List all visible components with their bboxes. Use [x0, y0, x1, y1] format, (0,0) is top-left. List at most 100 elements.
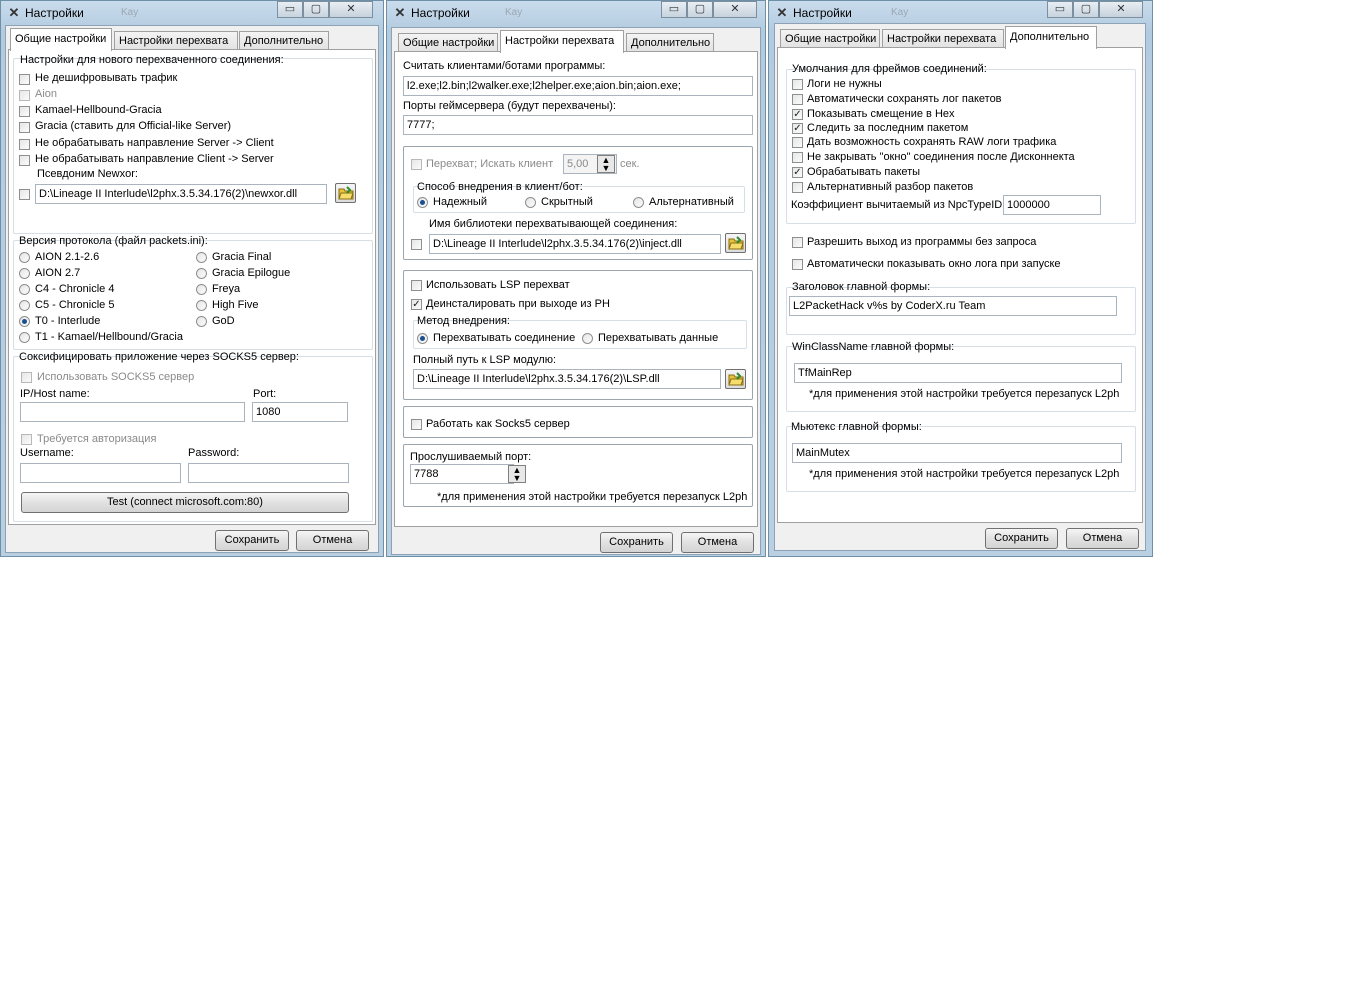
auth-label: Требуется авторизация: [37, 433, 157, 445]
use-socks-checkbox[interactable]: [21, 372, 32, 383]
app-icon: ✕: [776, 5, 788, 20]
minimize-button[interactable]: ▭: [661, 1, 687, 18]
mutex-field[interactable]: MainMutex: [792, 443, 1122, 463]
no-decrypt-checkbox[interactable]: [19, 74, 30, 85]
tab-intercept[interactable]: Настройки перехвата: [500, 30, 624, 53]
close-button[interactable]: ✕: [329, 1, 373, 18]
app-icon: ✕: [8, 5, 20, 20]
winclass-field[interactable]: TfMainRep: [794, 363, 1122, 383]
mutex-restart-note: *для применения этой настройки требуется…: [809, 468, 1120, 480]
minimize-button[interactable]: ▭: [1047, 1, 1073, 18]
ports-field[interactable]: 7777;: [403, 115, 753, 135]
lsp-path-field[interactable]: D:\Lineage II Interlude\l2phx.3.5.34.176…: [413, 369, 721, 389]
save-button[interactable]: Сохранить: [215, 530, 289, 551]
ghost-title: Kay: [891, 7, 909, 18]
newxor-path-field[interactable]: D:\Lineage II Interlude\l2phx.3.5.34.176…: [35, 184, 327, 204]
protocol-god-label: GoD: [212, 315, 235, 327]
process-packets-checkbox[interactable]: ✓: [792, 167, 803, 178]
inject-alternative-radio[interactable]: [633, 197, 644, 208]
no-client-server-label: Не обрабатывать направление Client -> Se…: [35, 153, 274, 165]
follow-last-packet-checkbox[interactable]: ✓: [792, 123, 803, 134]
tab-page-intercept: Считать клиентами/ботами программы: l2.e…: [394, 51, 758, 527]
protocol-freya-radio[interactable]: [196, 284, 207, 295]
hex-offset-checkbox[interactable]: ✓: [792, 109, 803, 120]
protocol-c4-radio[interactable]: [19, 284, 30, 295]
save-button[interactable]: Сохранить: [985, 528, 1058, 549]
browse-lsp-button[interactable]: [725, 369, 746, 389]
protocol-god-radio[interactable]: [196, 316, 207, 327]
browse-lib-button[interactable]: [725, 233, 746, 253]
protocol-gracia-epilogue-radio[interactable]: [196, 268, 207, 279]
no-logs-checkbox[interactable]: [792, 79, 803, 90]
uninstall-lsp-checkbox[interactable]: ✓: [411, 299, 422, 310]
lsp-intercept-data-radio[interactable]: [582, 333, 593, 344]
minimize-button[interactable]: ▭: [277, 1, 303, 18]
auto-save-log-checkbox[interactable]: [792, 94, 803, 105]
npc-coef-field[interactable]: 1000000: [1003, 195, 1101, 215]
close-button[interactable]: ✕: [713, 1, 757, 18]
tab-general[interactable]: Общие настройки: [780, 29, 880, 48]
cancel-button[interactable]: Отмена: [1066, 528, 1139, 549]
test-connection-button[interactable]: Test (connect microsoft.com:80): [21, 492, 349, 513]
title-bar[interactable]: ✕ Настройки Kay ▭ ▢ ✕: [1, 1, 383, 25]
alt-parse-checkbox[interactable]: [792, 182, 803, 193]
main-title-field[interactable]: L2PacketHack v%s by CoderX.ru Team: [789, 296, 1117, 316]
auto-log-window-checkbox[interactable]: [792, 259, 803, 270]
tab-advanced[interactable]: Дополнительно: [1005, 26, 1097, 49]
cancel-button[interactable]: Отмена: [681, 532, 754, 553]
kamael-checkbox[interactable]: [19, 106, 30, 117]
intercept-checkbox[interactable]: [411, 159, 422, 170]
tab-advanced[interactable]: Дополнительно: [239, 31, 329, 50]
tab-general[interactable]: Общие настройки: [398, 33, 498, 52]
no-server-client-checkbox[interactable]: [19, 139, 30, 150]
inject-reliable-radio[interactable]: [417, 197, 428, 208]
title-bar[interactable]: ✕ Настройки Kay ▭ ▢ ✕: [769, 1, 1152, 25]
listen-port-spinner[interactable]: ▲ ▼: [508, 465, 526, 483]
protocol-t1-radio[interactable]: [19, 332, 30, 343]
protocol-c5-radio[interactable]: [19, 300, 30, 311]
tab-advanced[interactable]: Дополнительно: [626, 33, 714, 52]
newxor-checkbox[interactable]: [19, 189, 30, 200]
maximize-button[interactable]: ▢: [687, 1, 713, 18]
frame-defaults-title: Умолчания для фреймов соединений:: [792, 63, 987, 75]
inject-reliable-label: Надежный: [433, 196, 487, 208]
lib-path-field[interactable]: D:\Lineage II Interlude\l2phx.3.5.34.176…: [429, 234, 721, 254]
interval-spinner[interactable]: ▲ ▼: [597, 155, 615, 173]
close-button[interactable]: ✕: [1099, 1, 1143, 18]
listen-port-field[interactable]: 7788: [410, 464, 514, 484]
lib-checkbox[interactable]: [411, 239, 422, 250]
save-button[interactable]: Сохранить: [600, 532, 673, 553]
protocol-aion21-label: AION 2.1-2.6: [35, 251, 100, 263]
auth-checkbox[interactable]: [21, 434, 32, 445]
port-field[interactable]: 1080: [252, 402, 348, 422]
raw-logs-checkbox[interactable]: [792, 137, 803, 148]
username-field[interactable]: [20, 463, 181, 483]
lsp-intercept-connection-radio[interactable]: [417, 333, 428, 344]
protocol-t0-radio[interactable]: [19, 316, 30, 327]
inject-hidden-radio[interactable]: [525, 197, 536, 208]
protocol-aion27-radio[interactable]: [19, 268, 30, 279]
cancel-button[interactable]: Отмена: [296, 530, 369, 551]
protocol-high-five-radio[interactable]: [196, 300, 207, 311]
no-client-server-checkbox[interactable]: [19, 155, 30, 166]
clients-field[interactable]: l2.exe;l2.bin;l2walker.exe;l2helper.exe;…: [403, 76, 753, 96]
browse-newxor-button[interactable]: [335, 183, 356, 203]
host-field[interactable]: [20, 402, 245, 422]
mutex-label: Мьютекс главной формы:: [791, 421, 922, 433]
maximize-button[interactable]: ▢: [303, 1, 329, 18]
lsp-intercept-connection-label: Перехватывать соединение: [433, 332, 576, 344]
maximize-button[interactable]: ▢: [1073, 1, 1099, 18]
password-field[interactable]: [188, 463, 349, 483]
keep-window-checkbox[interactable]: [792, 152, 803, 163]
tab-intercept[interactable]: Настройки перехвата: [882, 29, 1004, 48]
gracia-checkbox[interactable]: [19, 122, 30, 133]
title-bar[interactable]: ✕ Настройки Kay ▭ ▢ ✕: [387, 1, 765, 25]
socks5-server-checkbox[interactable]: [411, 419, 422, 430]
protocol-gracia-final-radio[interactable]: [196, 252, 207, 263]
tab-general[interactable]: Общие настройки: [10, 28, 112, 51]
aion-checkbox[interactable]: [19, 90, 30, 101]
use-lsp-checkbox[interactable]: [411, 280, 422, 291]
protocol-aion21-radio[interactable]: [19, 252, 30, 263]
allow-exit-checkbox[interactable]: [792, 237, 803, 248]
tab-intercept[interactable]: Настройки перехвата: [114, 31, 238, 50]
